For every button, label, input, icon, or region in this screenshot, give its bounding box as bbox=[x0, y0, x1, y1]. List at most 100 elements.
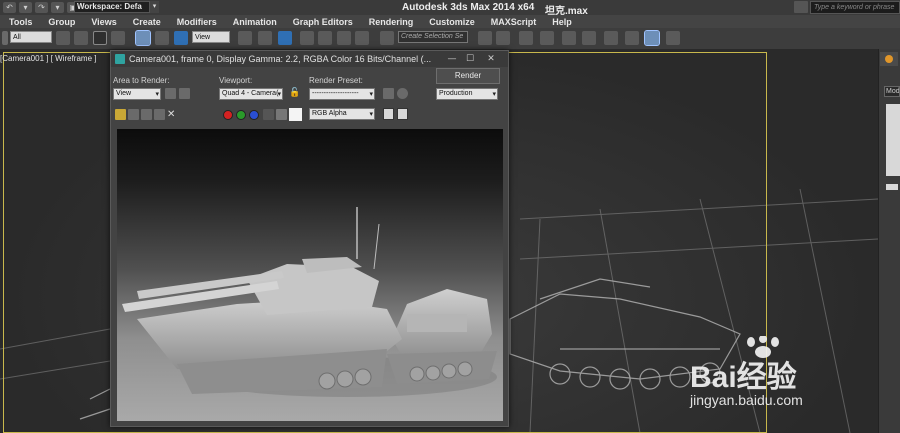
selection-filter-dropdown[interactable]: All bbox=[10, 31, 52, 43]
workspace-dropdown-arrow-icon[interactable]: ▾ bbox=[150, 1, 159, 13]
channel-display-dropdown[interactable]: RGB Alpha ▾ bbox=[309, 108, 375, 120]
viewport-label[interactable]: [Camera001 ] [ Wireframe ] bbox=[0, 54, 96, 63]
named-selection-set-dropdown[interactable]: Create Selection Se bbox=[398, 31, 468, 43]
undo-dropdown-icon[interactable]: ▾ bbox=[19, 2, 32, 13]
menu-customize[interactable]: Customize bbox=[421, 17, 483, 27]
clear-icon[interactable]: ✕ bbox=[167, 109, 178, 120]
keyboard-shortcut-override-icon[interactable] bbox=[278, 31, 292, 45]
snaps-toggle-icon[interactable] bbox=[300, 31, 314, 45]
menu-maxscript[interactable]: MAXScript bbox=[483, 17, 545, 27]
menu-group[interactable]: Group bbox=[40, 17, 83, 27]
app-title: Autodesk 3ds Max 2014 x64 bbox=[402, 2, 535, 13]
alpha-channel-icon[interactable] bbox=[263, 109, 274, 120]
toggle-ui-icon[interactable] bbox=[397, 108, 408, 120]
percent-snap-icon[interactable] bbox=[337, 31, 351, 45]
menu-rendering[interactable]: Rendering bbox=[361, 17, 422, 27]
infocenter-search-input[interactable]: Type a keyword or phrase bbox=[810, 1, 900, 14]
rendered-frame-window-icon[interactable] bbox=[644, 30, 660, 46]
rendered-image bbox=[117, 129, 503, 421]
main-toolbar: All View Create Selection Se bbox=[0, 28, 900, 49]
align-icon[interactable] bbox=[496, 31, 510, 45]
object-color-icon[interactable] bbox=[885, 55, 893, 63]
edit-named-selection-icon[interactable] bbox=[380, 31, 394, 45]
modifier-stack-list[interactable] bbox=[886, 104, 900, 176]
rectangular-selection-icon[interactable] bbox=[93, 31, 107, 45]
watermark-url: jingyan.baidu.com bbox=[690, 392, 803, 408]
pivot-center-icon[interactable] bbox=[238, 31, 252, 45]
viewport-select-dropdown[interactable]: Quad 4 - Camera(▾ bbox=[219, 88, 283, 100]
angle-snap-icon[interactable] bbox=[318, 31, 332, 45]
area-to-render-label: Area to Render: bbox=[113, 76, 170, 85]
production-value: Production bbox=[439, 90, 473, 97]
menu-animation[interactable]: Animation bbox=[225, 17, 285, 27]
workspace-dropdown[interactable]: Workspace: Defa bbox=[74, 1, 150, 13]
toolbar-grip-icon bbox=[2, 31, 8, 45]
app-icon bbox=[115, 54, 125, 64]
tank-render-image bbox=[122, 207, 497, 397]
mirror-icon[interactable] bbox=[478, 31, 492, 45]
green-channel-icon[interactable] bbox=[236, 110, 246, 120]
render-setup-icon[interactable] bbox=[383, 88, 394, 99]
select-scale-icon[interactable] bbox=[174, 31, 188, 45]
area-to-render-dropdown[interactable]: View ▾ bbox=[113, 88, 161, 100]
maximize-icon[interactable]: ☐ bbox=[463, 53, 477, 65]
rendered-frame-window: Camera001, frame 0, Display Gamma: 2.2, … bbox=[110, 50, 509, 427]
redo-icon[interactable]: ↷ bbox=[35, 2, 48, 13]
reference-coordinate-dropdown[interactable]: View bbox=[192, 31, 230, 43]
auto-region-icon[interactable] bbox=[179, 88, 190, 99]
edit-region-icon[interactable] bbox=[165, 88, 176, 99]
redo-dropdown-icon[interactable]: ▾ bbox=[51, 2, 64, 13]
render-setup-icon[interactable] bbox=[625, 31, 639, 45]
environment-effects-icon[interactable] bbox=[397, 88, 408, 99]
material-editor-icon[interactable] bbox=[604, 31, 618, 45]
select-move-icon[interactable] bbox=[135, 30, 151, 46]
chevron-down-icon: ▾ bbox=[369, 110, 373, 118]
render-preset-label: Render Preset: bbox=[309, 76, 363, 85]
rendered-frame-title: Camera001, frame 0, Display Gamma: 2.2, … bbox=[129, 54, 432, 64]
modifier-stack-control[interactable] bbox=[886, 184, 898, 190]
spinner-snap-icon[interactable] bbox=[355, 31, 369, 45]
print-image-icon[interactable] bbox=[154, 109, 165, 120]
render-preset-dropdown[interactable]: -------------------- ▾ bbox=[309, 88, 375, 100]
chevron-down-icon: ▾ bbox=[277, 90, 281, 98]
chevron-down-icon: ▾ bbox=[155, 90, 159, 98]
select-rotate-icon[interactable] bbox=[155, 31, 169, 45]
toggle-ui-overlays-icon[interactable] bbox=[383, 108, 394, 120]
curve-editor-icon[interactable] bbox=[562, 31, 576, 45]
area-to-render-value: View bbox=[116, 90, 132, 97]
schematic-view-icon[interactable] bbox=[582, 31, 596, 45]
graphite-toggle-icon[interactable] bbox=[540, 31, 554, 45]
menu-modifiers[interactable]: Modifiers bbox=[169, 17, 225, 27]
minimize-icon[interactable]: — bbox=[445, 53, 459, 65]
background-color-swatch[interactable] bbox=[289, 108, 302, 121]
menu-tools[interactable]: Tools bbox=[0, 17, 40, 27]
menu-help[interactable]: Help bbox=[544, 17, 580, 27]
watermark-brand: Bai经验 bbox=[690, 361, 797, 394]
monochrome-icon[interactable] bbox=[276, 109, 287, 120]
window-crossing-icon[interactable] bbox=[111, 31, 125, 45]
layer-manager-icon[interactable] bbox=[519, 31, 533, 45]
copy-image-icon[interactable] bbox=[128, 109, 139, 120]
menu-create[interactable]: Create bbox=[125, 17, 169, 27]
infocenter-expand-icon[interactable] bbox=[794, 1, 808, 13]
close-icon[interactable]: ✕ bbox=[484, 53, 498, 65]
select-manipulate-icon[interactable] bbox=[258, 31, 272, 45]
render-preset-value: -------------------- bbox=[312, 90, 359, 97]
save-image-icon[interactable] bbox=[115, 109, 126, 120]
select-by-name-icon[interactable] bbox=[74, 31, 88, 45]
rendered-frame-title-bar[interactable]: Camera001, frame 0, Display Gamma: 2.2, … bbox=[111, 51, 508, 67]
production-dropdown[interactable]: Production ▾ bbox=[436, 88, 498, 100]
red-channel-icon[interactable] bbox=[223, 110, 233, 120]
select-object-icon[interactable] bbox=[56, 31, 70, 45]
menu-bar: Tools Group Views Create Modifiers Anima… bbox=[0, 15, 900, 28]
modifier-list-field[interactable]: Mod bbox=[884, 86, 900, 97]
blue-channel-icon[interactable] bbox=[249, 110, 259, 120]
undo-icon[interactable]: ↶ bbox=[3, 2, 16, 13]
render-production-icon[interactable] bbox=[666, 31, 680, 45]
channel-display-value: RGB Alpha bbox=[312, 110, 347, 117]
lock-icon[interactable]: 🔓 bbox=[289, 88, 300, 99]
render-button[interactable]: Render bbox=[436, 68, 500, 84]
clone-window-icon[interactable] bbox=[141, 109, 152, 120]
menu-views[interactable]: Views bbox=[83, 17, 124, 27]
menu-graph-editors[interactable]: Graph Editors bbox=[285, 17, 361, 27]
